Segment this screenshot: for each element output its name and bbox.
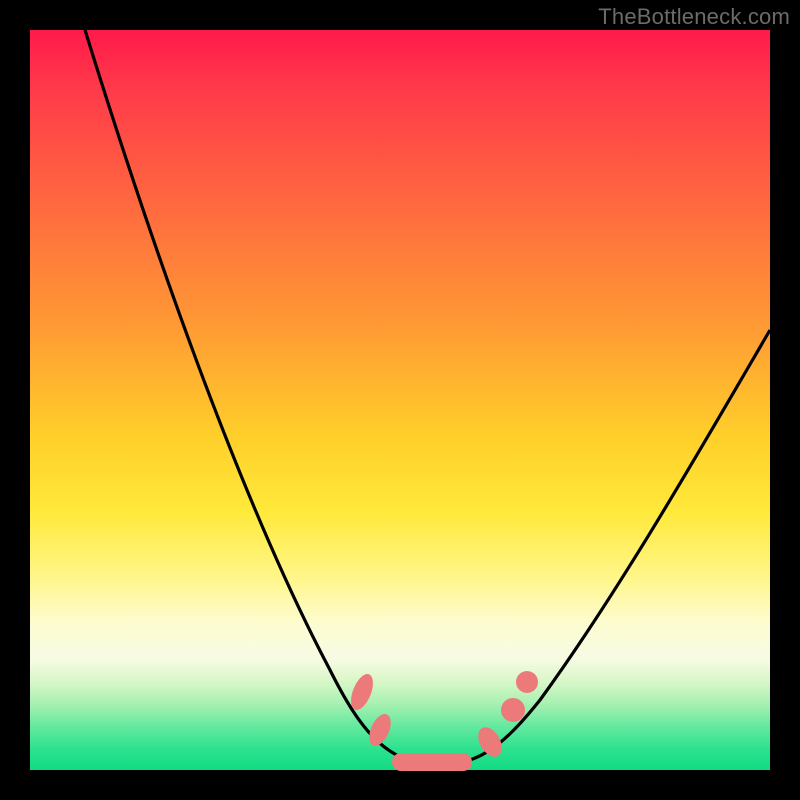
bottleneck-curve [30,30,770,770]
chart-frame: TheBottleneck.com [0,0,800,800]
curve-markers [347,671,538,771]
curve-path [85,30,770,765]
marker-bead [516,671,538,693]
marker-bead [501,698,525,722]
marker-bead [365,711,395,749]
plot-area [30,30,770,770]
watermark-text: TheBottleneck.com [598,4,790,30]
marker-floor [392,753,472,771]
